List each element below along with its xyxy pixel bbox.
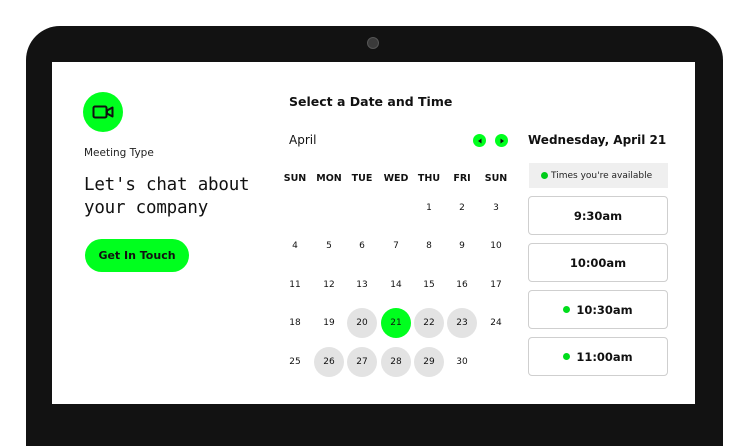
calendar-day-available[interactable]: 20 bbox=[347, 308, 377, 338]
calendar-day: 14 bbox=[390, 280, 402, 290]
weekday-header: THU bbox=[417, 173, 441, 184]
calendar-day: 30 bbox=[456, 357, 468, 367]
available-dot-icon bbox=[563, 353, 571, 360]
prev-month-button[interactable] bbox=[473, 134, 486, 147]
calendar-day-available[interactable]: 29 bbox=[414, 347, 444, 377]
calendar-day: 15 bbox=[423, 280, 435, 290]
calendar-day: 4 bbox=[292, 241, 298, 251]
time-slot-label: 11:00am bbox=[576, 349, 633, 364]
chevron-left-icon bbox=[477, 138, 481, 143]
weekday-header: SUN bbox=[484, 173, 508, 184]
calendar-day: 12 bbox=[323, 280, 335, 290]
calendar-day: 19 bbox=[323, 318, 335, 328]
calendar-day: 17 bbox=[490, 280, 502, 290]
chevron-right-icon bbox=[500, 138, 504, 143]
legend-label: Times you're available bbox=[551, 170, 653, 181]
calendar-day-available[interactable]: 27 bbox=[347, 347, 377, 377]
calendar-day: 2 bbox=[459, 203, 465, 213]
time-slot-button[interactable]: 9:30am bbox=[528, 196, 668, 235]
calendar-day: 8 bbox=[426, 241, 432, 251]
calendar-day: 10 bbox=[490, 241, 502, 251]
calendar-day: 6 bbox=[359, 241, 365, 251]
time-slot-button[interactable]: 11:00am bbox=[528, 337, 668, 376]
weekday-header: WED bbox=[383, 173, 409, 184]
calendar-day-available[interactable]: 23 bbox=[447, 308, 477, 338]
video-camera-icon bbox=[83, 92, 123, 132]
calendar-day: 13 bbox=[356, 280, 368, 290]
calendar-day: 1 bbox=[426, 203, 432, 213]
get-in-touch-button[interactable]: Get In Touch bbox=[85, 239, 189, 272]
meeting-type-label: Meeting Type bbox=[84, 147, 154, 159]
webcam-icon bbox=[367, 37, 379, 49]
next-month-button[interactable] bbox=[495, 134, 508, 147]
calendar-day: 18 bbox=[289, 318, 301, 328]
availability-legend: Times you're available bbox=[529, 163, 668, 188]
calendar-day: 11 bbox=[289, 280, 301, 290]
calendar-day: 3 bbox=[493, 203, 499, 213]
time-slot-button[interactable]: 10:30am bbox=[528, 290, 668, 329]
calendar-day-available[interactable]: 28 bbox=[381, 347, 411, 377]
calendar-day-available[interactable]: 26 bbox=[314, 347, 344, 377]
weekday-header: TUE bbox=[351, 173, 373, 184]
headline-line-1: Let's chat about bbox=[84, 175, 250, 195]
time-slot-label: 9:30am bbox=[573, 208, 623, 223]
calendar-day: 9 bbox=[459, 241, 465, 251]
calendar-day-available[interactable]: 22 bbox=[414, 308, 444, 338]
calendar-day: 16 bbox=[456, 280, 468, 290]
booking-screen: Meeting Type Let's chat about your compa… bbox=[52, 62, 695, 404]
availability-dot-icon bbox=[541, 172, 548, 179]
time-slot-label: 10:00am bbox=[569, 255, 627, 270]
time-slot-label: 10:30am bbox=[576, 302, 633, 317]
calendar-day: 5 bbox=[326, 241, 332, 251]
weekday-header: SUN bbox=[283, 173, 307, 184]
meeting-headline: Let's chat about your company bbox=[84, 174, 250, 220]
calendar-day: 25 bbox=[289, 357, 301, 367]
weekday-header: MON bbox=[316, 173, 342, 184]
calendar-day: 24 bbox=[490, 318, 502, 328]
calendar-day: 7 bbox=[393, 241, 399, 251]
weekday-header: FRI bbox=[453, 173, 471, 184]
calendar-month: April bbox=[289, 133, 317, 147]
page-title: Select a Date and Time bbox=[289, 94, 453, 109]
calendar-day-selected[interactable]: 21 bbox=[381, 308, 411, 338]
available-dot-icon bbox=[563, 306, 571, 313]
selected-date-heading: Wednesday, April 21 bbox=[528, 133, 667, 147]
headline-line-2: your company bbox=[84, 198, 209, 218]
time-slot-button[interactable]: 10:00am bbox=[528, 243, 668, 282]
